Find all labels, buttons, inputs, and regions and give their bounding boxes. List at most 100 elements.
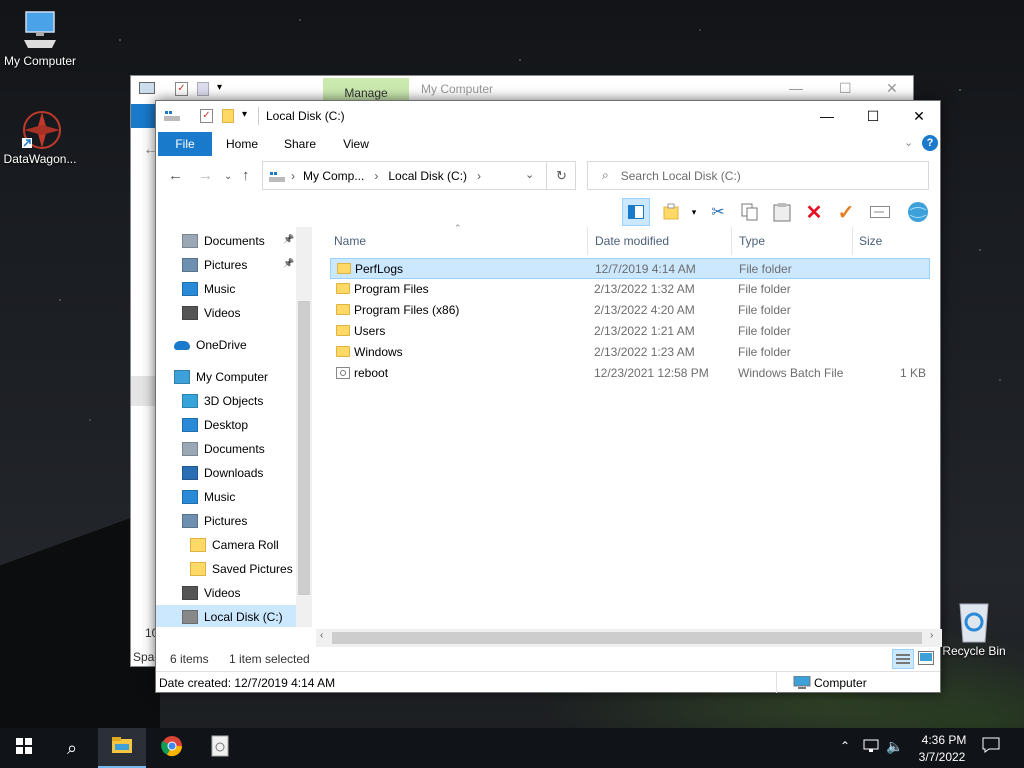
search-button[interactable]: ⌕ bbox=[48, 728, 96, 768]
file-row[interactable]: Windows 2/13/2022 1:23 AM File folder bbox=[330, 342, 930, 363]
nav-item[interactable]: Pictures bbox=[182, 509, 247, 533]
pin-icon: 📌 bbox=[283, 258, 295, 268]
nav-item[interactable]: Pictures bbox=[182, 253, 247, 277]
nav-item[interactable]: Music bbox=[182, 277, 235, 301]
address-bar[interactable]: › My Comp... › Local Disk (C:) › ⌄ bbox=[262, 161, 576, 190]
taskbar: ⌕ ⌃ 🔈 4:36 PM 3/7/2022 bbox=[0, 728, 1024, 768]
background-nav-selection bbox=[131, 376, 157, 406]
customize-toolbar-icon[interactable]: ▾ bbox=[242, 109, 247, 120]
file-row[interactable]: reboot 12/23/2021 12:58 PM Windows Batch F… bbox=[330, 363, 930, 384]
tab-file[interactable]: File bbox=[158, 132, 212, 156]
close-icon[interactable]: ✕ bbox=[886, 80, 898, 97]
nav-item[interactable]: Desktop bbox=[182, 413, 248, 437]
file-row[interactable]: PerfLogs 12/7/2019 4:14 AM File folder bbox=[330, 258, 930, 279]
nav-item[interactable]: Camera Roll bbox=[190, 533, 279, 557]
globe-icon[interactable] bbox=[906, 200, 930, 224]
nav-item[interactable]: Downloads bbox=[182, 461, 263, 485]
batch-file-icon bbox=[336, 367, 350, 382]
file-row[interactable]: Program Files 2/13/2022 1:32 AM File folde… bbox=[330, 279, 930, 300]
network-icon[interactable] bbox=[862, 738, 880, 754]
new-folder-icon[interactable] bbox=[222, 109, 234, 123]
properties-check-icon[interactable]: ✓ bbox=[834, 200, 858, 224]
clock-time[interactable]: 4:36 PM bbox=[918, 733, 970, 747]
navigation-pane[interactable]: Documents 📌 Pictures 📌 Music Videos OneDrive My… bbox=[156, 227, 314, 627]
minimize-icon[interactable]: — bbox=[789, 80, 803, 96]
maximize-button[interactable]: ☐ bbox=[850, 101, 896, 131]
column-header-type[interactable]: Type bbox=[733, 227, 853, 255]
breadcrumb-local-disk[interactable]: Local Disk (C:) bbox=[388, 169, 467, 183]
background-file-tab[interactable] bbox=[131, 104, 155, 128]
file-type: Windows Batch File bbox=[738, 366, 844, 380]
back-arrow-icon[interactable]: ← bbox=[168, 167, 183, 184]
preview-pane-icon[interactable] bbox=[622, 198, 650, 226]
tab-share[interactable]: Share bbox=[282, 132, 318, 156]
up-arrow-icon[interactable]: ↑ bbox=[242, 167, 250, 184]
column-header-name[interactable]: Name bbox=[328, 227, 588, 255]
nav-item[interactable]: Local Disk (C:) bbox=[156, 605, 296, 627]
action-center-icon[interactable] bbox=[982, 736, 1000, 754]
tab-home[interactable]: Home bbox=[224, 132, 260, 156]
nav-item[interactable]: OneDrive bbox=[174, 333, 247, 357]
close-button[interactable]: ✕ bbox=[896, 101, 942, 131]
paste-icon[interactable] bbox=[770, 200, 794, 224]
nav-item[interactable]: My Computer bbox=[174, 365, 268, 389]
column-header-date[interactable]: Date modified bbox=[589, 227, 732, 255]
scrollbar-thumb[interactable] bbox=[298, 301, 310, 595]
taskbar-chrome[interactable] bbox=[148, 728, 196, 768]
new-item-dropdown-icon[interactable]: ▾ bbox=[682, 200, 706, 224]
drive-icon bbox=[164, 110, 180, 122]
breadcrumb-my-computer[interactable]: My Comp... bbox=[303, 169, 364, 183]
details-divider bbox=[776, 672, 777, 693]
taskbar-file-explorer[interactable] bbox=[98, 728, 146, 768]
rename-icon[interactable] bbox=[868, 200, 892, 224]
desktop-icon-datawagon[interactable]: DataWagon... bbox=[0, 108, 80, 166]
clock-date[interactable]: 3/7/2022 bbox=[912, 750, 972, 764]
start-button[interactable] bbox=[0, 728, 48, 768]
scroll-right-icon[interactable]: › bbox=[930, 630, 933, 641]
scrollbar-thumb[interactable] bbox=[332, 632, 922, 644]
nav-item[interactable]: 3D Objects bbox=[182, 389, 263, 413]
show-hidden-icons[interactable]: ⌃ bbox=[840, 739, 850, 753]
address-dropdown-icon[interactable]: ⌄ bbox=[525, 168, 534, 181]
properties-icon[interactable]: ✓ bbox=[200, 109, 213, 123]
search-input[interactable]: ⌕ Search Local Disk (C:) bbox=[587, 161, 929, 190]
minimize-button[interactable]: — bbox=[804, 101, 850, 131]
nav-item[interactable]: Videos bbox=[182, 581, 240, 605]
details-view-icon[interactable] bbox=[892, 649, 914, 669]
nav-item[interactable]: Videos bbox=[182, 301, 240, 325]
help-icon[interactable]: ? bbox=[922, 135, 938, 151]
desktop-icon-label: My Computer bbox=[3, 54, 77, 68]
maximize-icon[interactable]: ☐ bbox=[839, 80, 852, 97]
music-icon bbox=[182, 282, 198, 296]
expand-ribbon-icon[interactable]: ⌄ bbox=[904, 136, 913, 149]
navigation-scrollbar[interactable] bbox=[296, 227, 312, 627]
nav-item[interactable]: Documents bbox=[182, 229, 265, 253]
file-row[interactable]: Users 2/13/2022 1:21 AM File folder bbox=[330, 321, 930, 342]
desktop-icon-my-computer[interactable]: My Computer bbox=[0, 10, 80, 68]
recent-locations-icon[interactable]: ⌄ bbox=[224, 171, 232, 182]
desktop-icon-recycle-bin[interactable]: Recycle Bin bbox=[934, 600, 1014, 658]
horizontal-scrollbar[interactable]: ‹ › bbox=[316, 629, 942, 647]
copy-icon[interactable] bbox=[738, 200, 762, 224]
refresh-button[interactable]: ↻ bbox=[546, 161, 576, 190]
volume-icon[interactable]: 🔈 bbox=[886, 738, 903, 755]
column-header-size[interactable]: Size bbox=[853, 227, 933, 255]
nav-item[interactable]: Documents bbox=[182, 437, 265, 461]
forward-arrow-icon[interactable]: → bbox=[198, 167, 213, 184]
file-row[interactable]: Program Files (x86) 2/13/2022 4:20 AM File… bbox=[330, 300, 930, 321]
large-icons-view-icon[interactable] bbox=[918, 651, 934, 665]
tab-manage[interactable]: Manage bbox=[323, 78, 409, 102]
nav-item[interactable]: Music bbox=[182, 485, 235, 509]
nav-item[interactable]: Saved Pictures bbox=[190, 557, 293, 581]
videos-icon bbox=[182, 586, 198, 600]
new-item-icon[interactable] bbox=[660, 200, 684, 224]
scroll-left-icon[interactable]: ‹ bbox=[320, 630, 323, 641]
title-bar[interactable]: ✓ ▾ Local Disk (C:) — ☐ ✕ bbox=[156, 101, 940, 131]
windows-logo-icon bbox=[16, 737, 32, 759]
explorer-window[interactable]: ✓ ▾ Local Disk (C:) — ☐ ✕ File Home Shar… bbox=[155, 100, 942, 693]
tab-view[interactable]: View bbox=[340, 132, 372, 156]
pictures-icon bbox=[182, 514, 198, 528]
cut-icon[interactable]: ✂ bbox=[706, 200, 730, 224]
taskbar-app[interactable] bbox=[196, 728, 244, 768]
delete-icon[interactable]: ✕ bbox=[802, 200, 826, 224]
